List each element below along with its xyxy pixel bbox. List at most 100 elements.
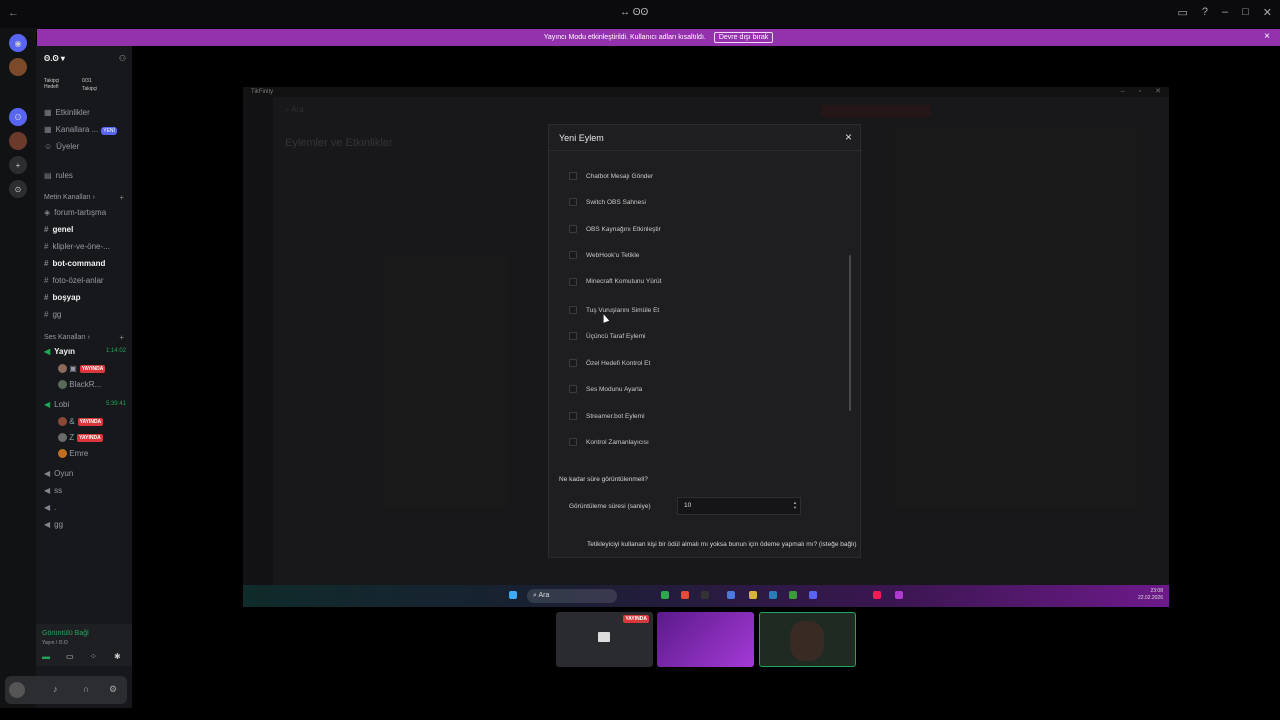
channel-item[interactable]: # klipler-ve-öne-... (44, 242, 110, 251)
action-option[interactable]: Tuş Vuruşlarını Simüle Et (569, 306, 659, 314)
sidebar-item-channels[interactable]: ▦ Kanallara ... YENİ (44, 125, 117, 135)
sidebar-item-events[interactable]: ▦ Etkinlikler (44, 108, 90, 117)
discover-icon[interactable]: ⊙ (9, 180, 27, 198)
voice-member[interactable]: Emre (58, 449, 88, 459)
steam-icon[interactable] (769, 591, 777, 599)
action-option[interactable]: WebHook'u Tetikle (569, 251, 639, 259)
voice-channel[interactable]: ◀ Oyun (44, 469, 73, 478)
add-channel-icon[interactable]: + (119, 193, 124, 202)
checkbox[interactable] (569, 385, 577, 393)
channel-rules[interactable]: ▤ rules (44, 171, 73, 180)
folder-icon[interactable] (749, 591, 757, 599)
banner-close-icon[interactable]: × (1264, 31, 1270, 42)
voice-member[interactable]: Z YAYINDA (58, 433, 103, 443)
server-icon-active[interactable]: ʘ (9, 108, 27, 126)
camera-thumbnail[interactable] (759, 612, 856, 667)
options-scrollbar[interactable] (849, 255, 851, 411)
stream-thumbnail[interactable] (657, 612, 754, 667)
action-option[interactable]: Switch OBS Sahnesi (569, 198, 646, 206)
taskbar-search[interactable]: ⌕ Ara (527, 589, 617, 603)
speaker-icon: ◀ (44, 520, 51, 529)
channel-item[interactable]: # gg (44, 310, 61, 319)
help-icon[interactable]: ? (1202, 6, 1208, 19)
action-option[interactable]: Chatbot Mesajı Gönder (569, 172, 653, 180)
voice-channel[interactable]: ◀. (44, 503, 56, 512)
person-image (790, 621, 824, 661)
checkbox[interactable] (569, 225, 577, 233)
settings-icon[interactable]: ⚙ (109, 684, 117, 695)
sidebar-item-members[interactable]: ☺ Üyeler (44, 142, 79, 151)
calendar-icon: ▦ (44, 108, 52, 117)
xbox-icon[interactable] (789, 591, 797, 599)
text-channels-header[interactable]: Metin Kanalları › (44, 194, 95, 201)
add-server-icon[interactable]: + (9, 156, 27, 174)
checkbox[interactable] (569, 251, 577, 259)
duration-input[interactable]: 10 ▲ ▼ (677, 497, 801, 515)
server-icon[interactable] (9, 132, 27, 150)
voice-member[interactable]: & YAYINDA (58, 417, 104, 427)
checkbox[interactable] (569, 172, 577, 180)
server-icon[interactable] (9, 58, 27, 76)
speaker-icon: ◀ (44, 469, 51, 478)
members-icon: ☺ (44, 142, 53, 151)
app-icon[interactable] (661, 591, 669, 599)
stream-thumbnail[interactable]: YAYINDA (556, 612, 653, 667)
channel-item[interactable]: # bot-command (44, 259, 105, 268)
avatar (58, 417, 67, 427)
voice-channel[interactable]: ◀ Yayın (44, 347, 75, 356)
discord-icon[interactable] (809, 591, 817, 599)
voice-channels-header[interactable]: Ses Kanalları › (44, 334, 90, 341)
invite-icon[interactable]: ⚇ (119, 54, 126, 63)
action-option[interactable]: Ses Modunu Ayarla (569, 385, 642, 393)
stepper-icon[interactable]: ▲ ▼ (793, 500, 797, 510)
tiktok-icon[interactable] (873, 591, 881, 599)
voice-member[interactable]: BlackR... (58, 380, 101, 390)
app-icon[interactable] (727, 591, 735, 599)
microphone-icon[interactable]: ♪ (53, 684, 58, 694)
checkbox[interactable] (569, 359, 577, 367)
soundboard-icon[interactable]: ✱ (114, 652, 121, 661)
action-option[interactable]: Üçüncü Taraf Eylemi (569, 332, 646, 340)
windows-start-icon[interactable] (509, 591, 517, 599)
screen-share-icon[interactable]: ▭ (1177, 6, 1187, 19)
action-option[interactable]: Özel Hedefi Kontrol Et (569, 359, 650, 367)
avatar (58, 364, 67, 374)
checkbox[interactable] (569, 412, 577, 420)
follow-goal-unit: Takipçi (82, 86, 98, 92)
checkbox[interactable] (569, 438, 577, 446)
camera-icon[interactable]: ▬ (42, 652, 50, 661)
voice-channel[interactable]: ◀ ss (44, 486, 62, 495)
channel-item[interactable]: # genel (44, 225, 73, 234)
action-option[interactable]: OBS Kaynağını Etkinleştir (569, 225, 661, 233)
modal-close-icon[interactable]: × (845, 130, 852, 144)
server-name[interactable]: ʘ.ʘ ▾ (44, 54, 65, 63)
channel-item[interactable]: # boşyap (44, 293, 80, 302)
checkbox[interactable] (569, 306, 577, 314)
maximize-icon[interactable]: □ (1242, 6, 1249, 19)
minimize-icon[interactable]: – (1222, 6, 1228, 19)
close-icon[interactable]: ✕ (1263, 6, 1272, 19)
avatar[interactable] (9, 682, 25, 698)
action-option[interactable]: Minecraft Komutunu Yürüt (569, 278, 669, 286)
disable-streamer-mode-button[interactable]: Devre dışı bırak (713, 32, 774, 43)
action-option[interactable]: Kontrol Zamanlayıcısı (569, 438, 649, 446)
channel-item[interactable]: ◈ forum-tartışma (44, 208, 106, 217)
back-arrow-icon[interactable]: ← (8, 7, 19, 19)
channel-item[interactable]: # foto-özel-anlar (44, 276, 104, 285)
checkbox[interactable] (569, 278, 577, 286)
add-voice-channel-icon[interactable]: + (119, 333, 124, 342)
discord-home-icon[interactable]: ◉ (9, 34, 27, 52)
action-option[interactable]: Streamer.bot Eylemi (569, 412, 645, 420)
voice-member[interactable]: ▣ YAYINDA (58, 364, 106, 374)
tikfinity-taskbar-icon[interactable] (895, 591, 903, 599)
voice-channel[interactable]: ◀ Lobi (44, 400, 69, 409)
checkbox[interactable] (569, 332, 577, 340)
activities-icon[interactable]: ⁘ (90, 652, 97, 661)
voice-channel[interactable]: ◀ gg (44, 520, 63, 529)
app-icon[interactable] (701, 591, 709, 599)
checkbox[interactable] (569, 198, 577, 206)
headphones-icon[interactable]: ∩ (83, 684, 89, 694)
screen-share-icon[interactable]: ▭ (66, 652, 74, 661)
app-icon[interactable] (681, 591, 689, 599)
new-badge: YENİ (101, 127, 117, 135)
